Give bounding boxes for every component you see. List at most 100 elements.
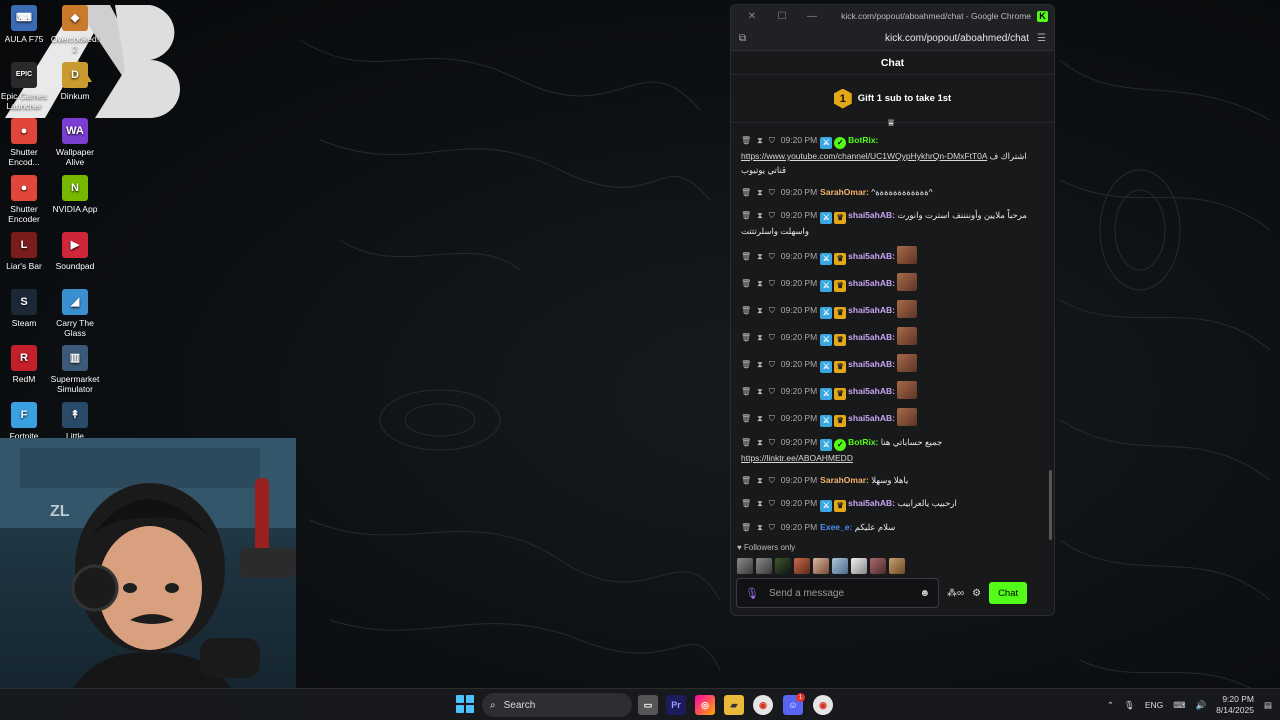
desktop-icon[interactable]: ⌨ AULA F75 xyxy=(0,5,50,44)
message-username[interactable]: shai5ahAB: xyxy=(848,251,895,261)
network-icon[interactable]: ⌨ xyxy=(1173,700,1185,711)
minimize-window-icon[interactable]: — xyxy=(797,11,827,22)
timeout-icon[interactable]: ⧗ xyxy=(757,136,763,145)
avatar[interactable] xyxy=(832,558,848,574)
desktop-icon[interactable]: ◢ Carry The Glass xyxy=(49,288,101,338)
recent-chatters[interactable] xyxy=(737,558,905,574)
ban-icon[interactable]: ⛉ xyxy=(769,211,775,220)
ban-icon[interactable]: ⛉ xyxy=(769,438,775,447)
desktop-icon[interactable]: WA Wallpaper Alive xyxy=(49,118,101,167)
desktop-icon[interactable]: ▶ Soundpad xyxy=(49,231,101,271)
message-link[interactable]: https://www.youtube.com/channel/UC1WQypH… xyxy=(741,151,987,161)
message-username[interactable]: shai5ahAB: xyxy=(848,210,895,220)
timeout-icon[interactable]: ⧗ xyxy=(757,499,763,508)
desktop-icon[interactable]: ● Shutter Encoder xyxy=(0,175,50,224)
ban-icon[interactable]: ⛉ xyxy=(769,523,775,532)
chat-message[interactable]: 🗑 ⧗ ⛉ 09:20 PM ⚔ ♛ shai5ahAB: xyxy=(741,354,1042,373)
delete-message-icon[interactable]: 🗑 xyxy=(741,476,751,485)
ban-icon[interactable]: ⛉ xyxy=(769,333,775,342)
instagram-icon[interactable]: ◎ xyxy=(695,695,715,715)
ban-icon[interactable]: ⛉ xyxy=(769,387,775,396)
desktop-icon[interactable]: L Liar's Bar xyxy=(0,231,50,271)
task-view-icon[interactable]: ▭ xyxy=(638,695,658,715)
message-username[interactable]: SarahOmar: xyxy=(820,187,869,197)
avatar[interactable] xyxy=(813,558,829,574)
chat-message[interactable]: 🗑 ⧗ ⛉ 09:20 PM ⚔ ♛ shai5ahAB: xyxy=(741,273,1042,292)
avatar[interactable] xyxy=(794,558,810,574)
desktop-icon[interactable]: ● Shutter Encod... xyxy=(0,118,50,167)
url-text[interactable]: kick.com/popout/aboahmed/chat xyxy=(746,33,1037,44)
premiere-pro-icon[interactable]: Pr xyxy=(666,695,686,715)
message-username[interactable]: shai5ahAB: xyxy=(848,305,895,315)
windows-start-icon[interactable] xyxy=(456,695,474,713)
desktop-icon[interactable]: N NVIDIA App xyxy=(49,175,101,214)
ban-icon[interactable]: ⛉ xyxy=(769,476,775,485)
message-link[interactable]: https://linktr.ee/ABOAHMEDD xyxy=(741,453,853,463)
ban-icon[interactable]: ⛉ xyxy=(769,499,775,508)
notification-icon[interactable]: ▤ xyxy=(1264,700,1272,711)
ban-icon[interactable]: ⛉ xyxy=(769,252,775,261)
delete-message-icon[interactable]: 🗑 xyxy=(741,306,751,315)
delete-message-icon[interactable]: 🗑 xyxy=(741,360,751,369)
timeout-icon[interactable]: ⧗ xyxy=(757,211,763,220)
timeout-icon[interactable]: ⧗ xyxy=(757,252,763,261)
desktop-icon[interactable]: ↟ Little xyxy=(49,401,101,441)
volume-icon[interactable]: 🔊 xyxy=(1196,700,1207,711)
ban-icon[interactable]: ⛉ xyxy=(769,136,775,145)
delete-message-icon[interactable]: 🗑 xyxy=(741,438,751,447)
avatar[interactable] xyxy=(737,558,753,574)
chat-message[interactable]: 🗑 ⧗ ⛉ 09:20 PM ⚔ ✓ BotRix: https://www.youtube… xyxy=(741,133,1042,177)
ban-icon[interactable]: ⛉ xyxy=(769,188,775,197)
desktop-icon[interactable]: D Dinkum xyxy=(49,61,101,101)
desktop-icon[interactable]: EPIC Epic Games Launcher xyxy=(0,61,50,111)
message-input-placeholder[interactable]: Send a message xyxy=(769,588,910,599)
chat-message[interactable]: 🗑 ⧗ ⛉ 09:20 PM ⚔ ♛ shai5ahAB: xyxy=(741,381,1042,400)
emoji-icon[interactable]: ☻ xyxy=(919,588,930,599)
chrome-popout-icon[interactable]: ◉ xyxy=(813,695,833,715)
chrome-icon[interactable]: ◉ xyxy=(753,695,773,715)
message-username[interactable]: shai5ahAB: xyxy=(848,498,895,508)
chat-scrollbar[interactable] xyxy=(1049,470,1052,540)
taskbar-search[interactable]: ⌕ Search xyxy=(482,693,632,717)
message-username[interactable]: Exee_e: xyxy=(820,522,852,532)
ban-icon[interactable]: ⛉ xyxy=(769,306,775,315)
microphone-icon[interactable]: 🎙 xyxy=(745,587,759,600)
delete-message-icon[interactable]: 🗑 xyxy=(741,136,751,145)
message-username[interactable]: SarahOmar: xyxy=(820,475,869,485)
chat-popout-window[interactable]: ✕ ☐ — kick.com/popout/aboahmed/chat - Go… xyxy=(730,4,1055,616)
message-username[interactable]: shai5ahAB: xyxy=(848,386,895,396)
chat-message[interactable]: 🗑 ⧗ ⛉ 09:20 PM ⚔ ♛ shai5ahAB: xyxy=(741,300,1042,319)
message-username[interactable]: shai5ahAB: xyxy=(848,413,895,423)
ban-icon[interactable]: ⛉ xyxy=(769,360,775,369)
gift-sub-banner[interactable]: 1 Gift 1 sub to take 1st xyxy=(731,75,1054,123)
desktop-icon[interactable]: R RedM xyxy=(0,345,50,384)
timeout-icon[interactable]: ⧗ xyxy=(757,523,763,532)
clock[interactable]: 9:20 PM 8/14/2025 xyxy=(1216,694,1254,716)
file-explorer-icon[interactable]: ▰ xyxy=(724,695,744,715)
timeout-icon[interactable]: ⧗ xyxy=(757,476,763,485)
site-info-icon[interactable]: ⧉ xyxy=(739,33,746,44)
delete-message-icon[interactable]: 🗑 xyxy=(741,387,751,396)
chat-message[interactable]: 🗑 ⧗ ⛉ 09:20 PM ⚔ ♛ shai5ahAB: ارحبيب يالعرابيب xyxy=(741,496,1042,512)
desktop-icon[interactable]: S Steam xyxy=(0,288,50,328)
language-indicator[interactable]: ENG xyxy=(1145,700,1163,710)
gear-icon[interactable]: ⚙ xyxy=(972,588,981,599)
close-window-icon[interactable]: ✕ xyxy=(737,11,767,22)
timeout-icon[interactable]: ⧗ xyxy=(757,438,763,447)
avatar[interactable] xyxy=(870,558,886,574)
chat-message[interactable]: 🗑 ⧗ ⛉ 09:20 PM SarahOmar: ياهلا وسهلا xyxy=(741,473,1042,488)
chat-message[interactable]: 🗑 ⧗ ⛉ 09:20 PM ⚔ ♛ shai5ahAB: xyxy=(741,408,1042,427)
timeout-icon[interactable]: ⧗ xyxy=(757,306,763,315)
chat-message[interactable]: 🗑 ⧗ ⛉ 09:20 PM ⚔ ♛ shai5ahAB: مرحباً ملايين وأ… xyxy=(741,208,1042,238)
url-bar[interactable]: ⧉ kick.com/popout/aboahmed/chat ☰ xyxy=(731,27,1054,51)
avatar[interactable] xyxy=(756,558,772,574)
desktop-icon[interactable]: ▥ Supermarket Simulator xyxy=(49,345,101,394)
chat-message[interactable]: 🗑 ⧗ ⛉ 09:20 PM SarahOmar: ^ةةةةةةةةةةةة^ xyxy=(741,185,1042,200)
avatar[interactable] xyxy=(851,558,867,574)
delete-message-icon[interactable]: 🗑 xyxy=(741,279,751,288)
delete-message-icon[interactable]: 🗑 xyxy=(741,333,751,342)
delete-message-icon[interactable]: 🗑 xyxy=(741,252,751,261)
timeout-icon[interactable]: ⧗ xyxy=(757,333,763,342)
desktop-icon[interactable]: F Fortnite xyxy=(0,401,50,441)
delete-message-icon[interactable]: 🗑 xyxy=(741,499,751,508)
